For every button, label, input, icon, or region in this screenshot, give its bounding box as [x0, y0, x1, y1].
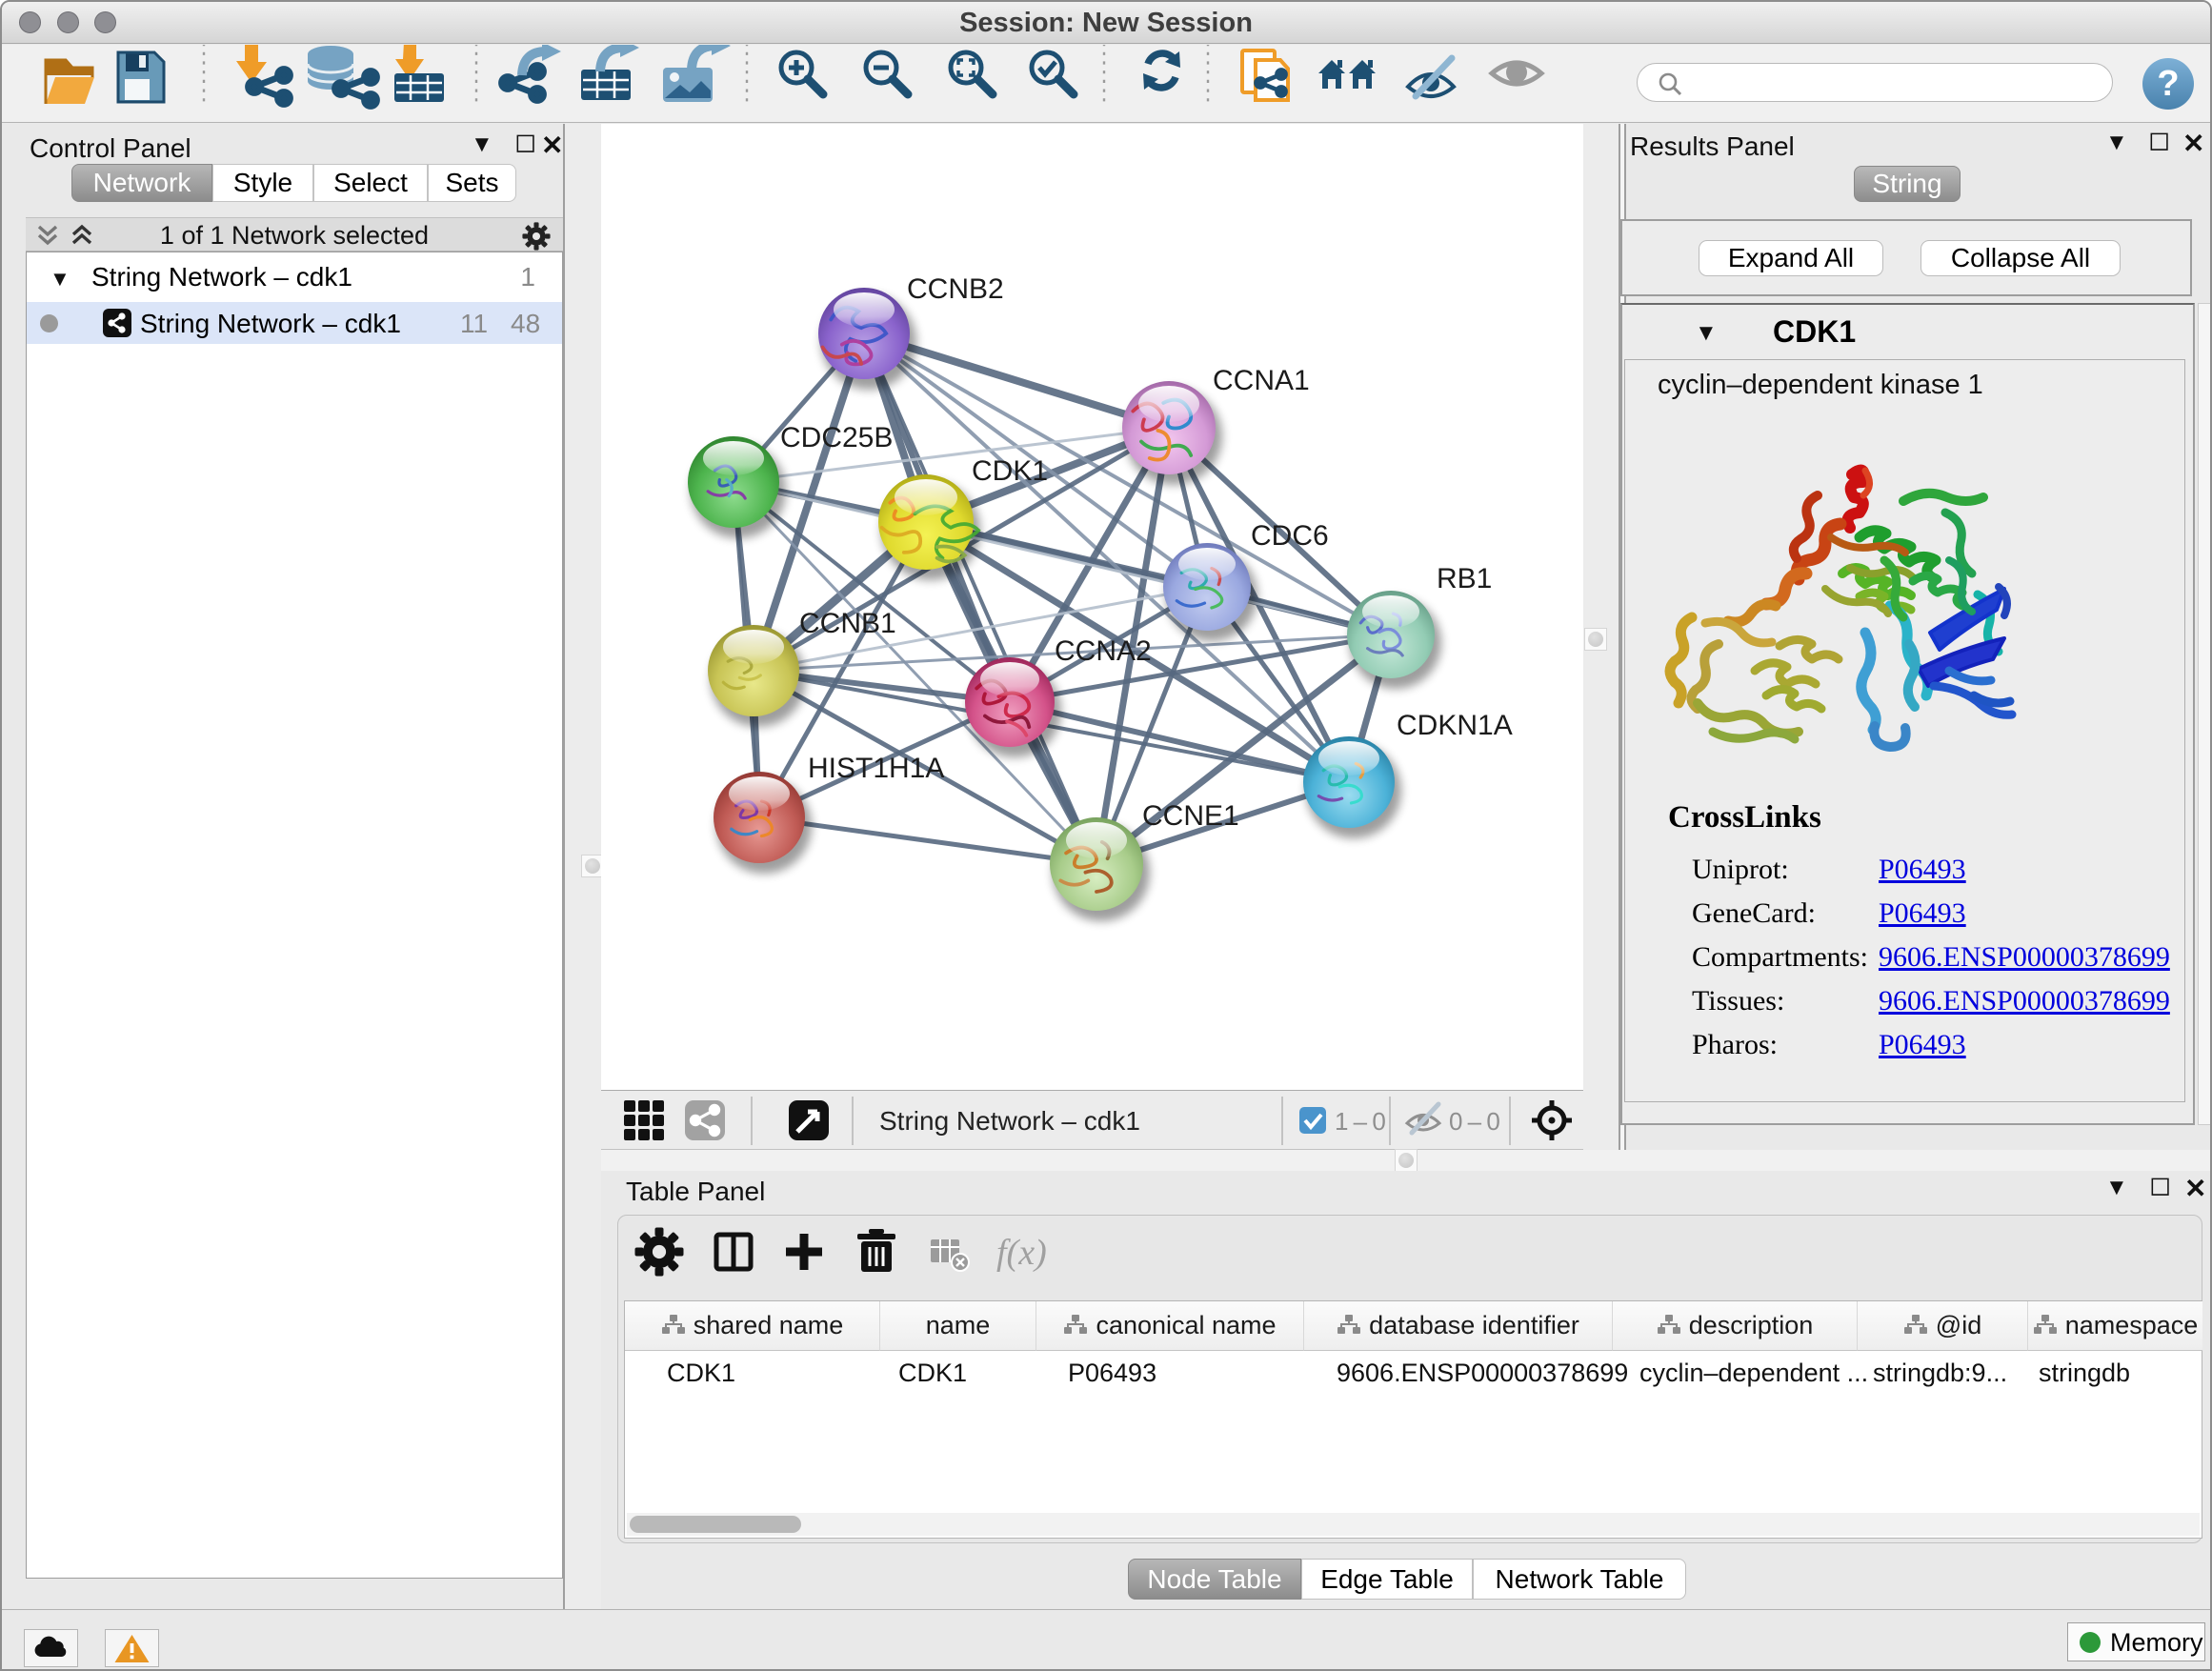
svg-text:CDC25B: CDC25B — [780, 422, 893, 453]
svg-text:f(x): f(x) — [996, 1233, 1047, 1273]
svg-text:RB1: RB1 — [1437, 563, 1492, 594]
svg-text:CCNB2: CCNB2 — [907, 273, 1004, 305]
svg-text:CDK1: CDK1 — [972, 455, 1048, 487]
svg-text:CDKN1A: CDKN1A — [1397, 710, 1513, 741]
svg-text:0 – 0: 0 – 0 — [1449, 1107, 1500, 1136]
svg-text:String Network – cdk1: String Network – cdk1 — [879, 1106, 1140, 1136]
svg-text:CCNB1: CCNB1 — [799, 608, 896, 639]
svg-text:HIST1H1A: HIST1H1A — [808, 753, 944, 784]
svg-text:CDC6: CDC6 — [1251, 520, 1329, 552]
svg-text:1 – 0: 1 – 0 — [1335, 1107, 1386, 1136]
svg-text:CCNE1: CCNE1 — [1142, 800, 1239, 832]
svg-text:CCNA2: CCNA2 — [1055, 635, 1152, 667]
svg-text:CCNA1: CCNA1 — [1213, 365, 1310, 396]
